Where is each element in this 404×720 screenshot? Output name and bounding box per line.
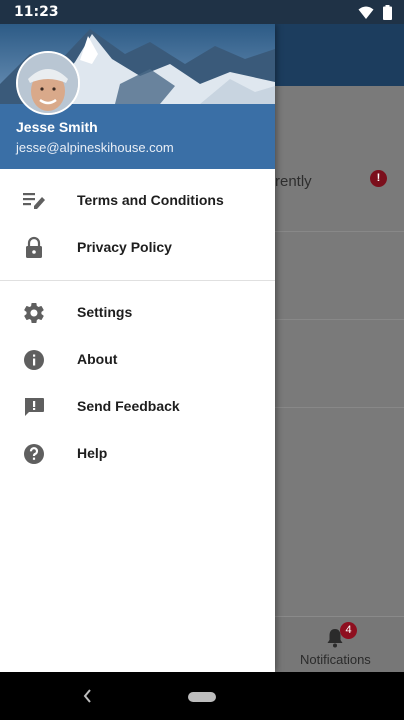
home-pill[interactable] [188, 692, 216, 702]
menu-divider [0, 280, 275, 281]
background-row-text: rrently [270, 173, 312, 190]
menu-item-label: Terms and Conditions [77, 192, 224, 208]
menu-item-label: Help [77, 445, 108, 461]
menu-item-label: Send Feedback [77, 398, 180, 414]
gear-icon [24, 303, 44, 324]
edit-list-icon [23, 193, 45, 209]
menu-item-terms[interactable]: Terms and Conditions [0, 177, 275, 224]
info-icon [24, 350, 44, 370]
menu-item-about[interactable]: About [0, 336, 275, 383]
menu-item-label: About [77, 351, 118, 367]
menu-item-label: Settings [77, 304, 133, 320]
drawer-menu: Terms and Conditions Privacy Policy Sett… [0, 177, 275, 477]
status-bar: 11:23 [0, 0, 404, 24]
menu-item-label: Privacy Policy [77, 239, 172, 255]
menu-item-settings[interactable]: Settings [0, 289, 275, 336]
battery-icon [383, 5, 392, 20]
menu-item-privacy[interactable]: Privacy Policy [0, 224, 275, 271]
back-icon[interactable] [82, 687, 92, 705]
navigation-drawer: Jesse Smith jesse@alpineskihouse.com Ter… [0, 24, 275, 672]
alert-icon: ! [370, 170, 387, 187]
status-time: 11:23 [14, 4, 59, 20]
menu-item-send-feedback[interactable]: Send Feedback [0, 383, 275, 430]
notification-badge: 4 [340, 622, 357, 639]
lock-icon [26, 236, 42, 258]
notifications-tab-label[interactable]: Notifications [300, 652, 400, 667]
user-email: jesse@alpineskihouse.com [16, 140, 174, 155]
avatar[interactable] [16, 51, 80, 115]
menu-item-help[interactable]: Help [0, 430, 275, 477]
user-name: Jesse Smith [16, 119, 98, 135]
system-nav-bar [0, 672, 404, 720]
user-photo [18, 53, 78, 113]
wifi-icon [358, 6, 374, 19]
help-icon [24, 444, 44, 464]
feedback-icon [25, 398, 44, 416]
system-icons [358, 5, 392, 20]
drawer-header: Jesse Smith jesse@alpineskihouse.com [0, 24, 275, 169]
